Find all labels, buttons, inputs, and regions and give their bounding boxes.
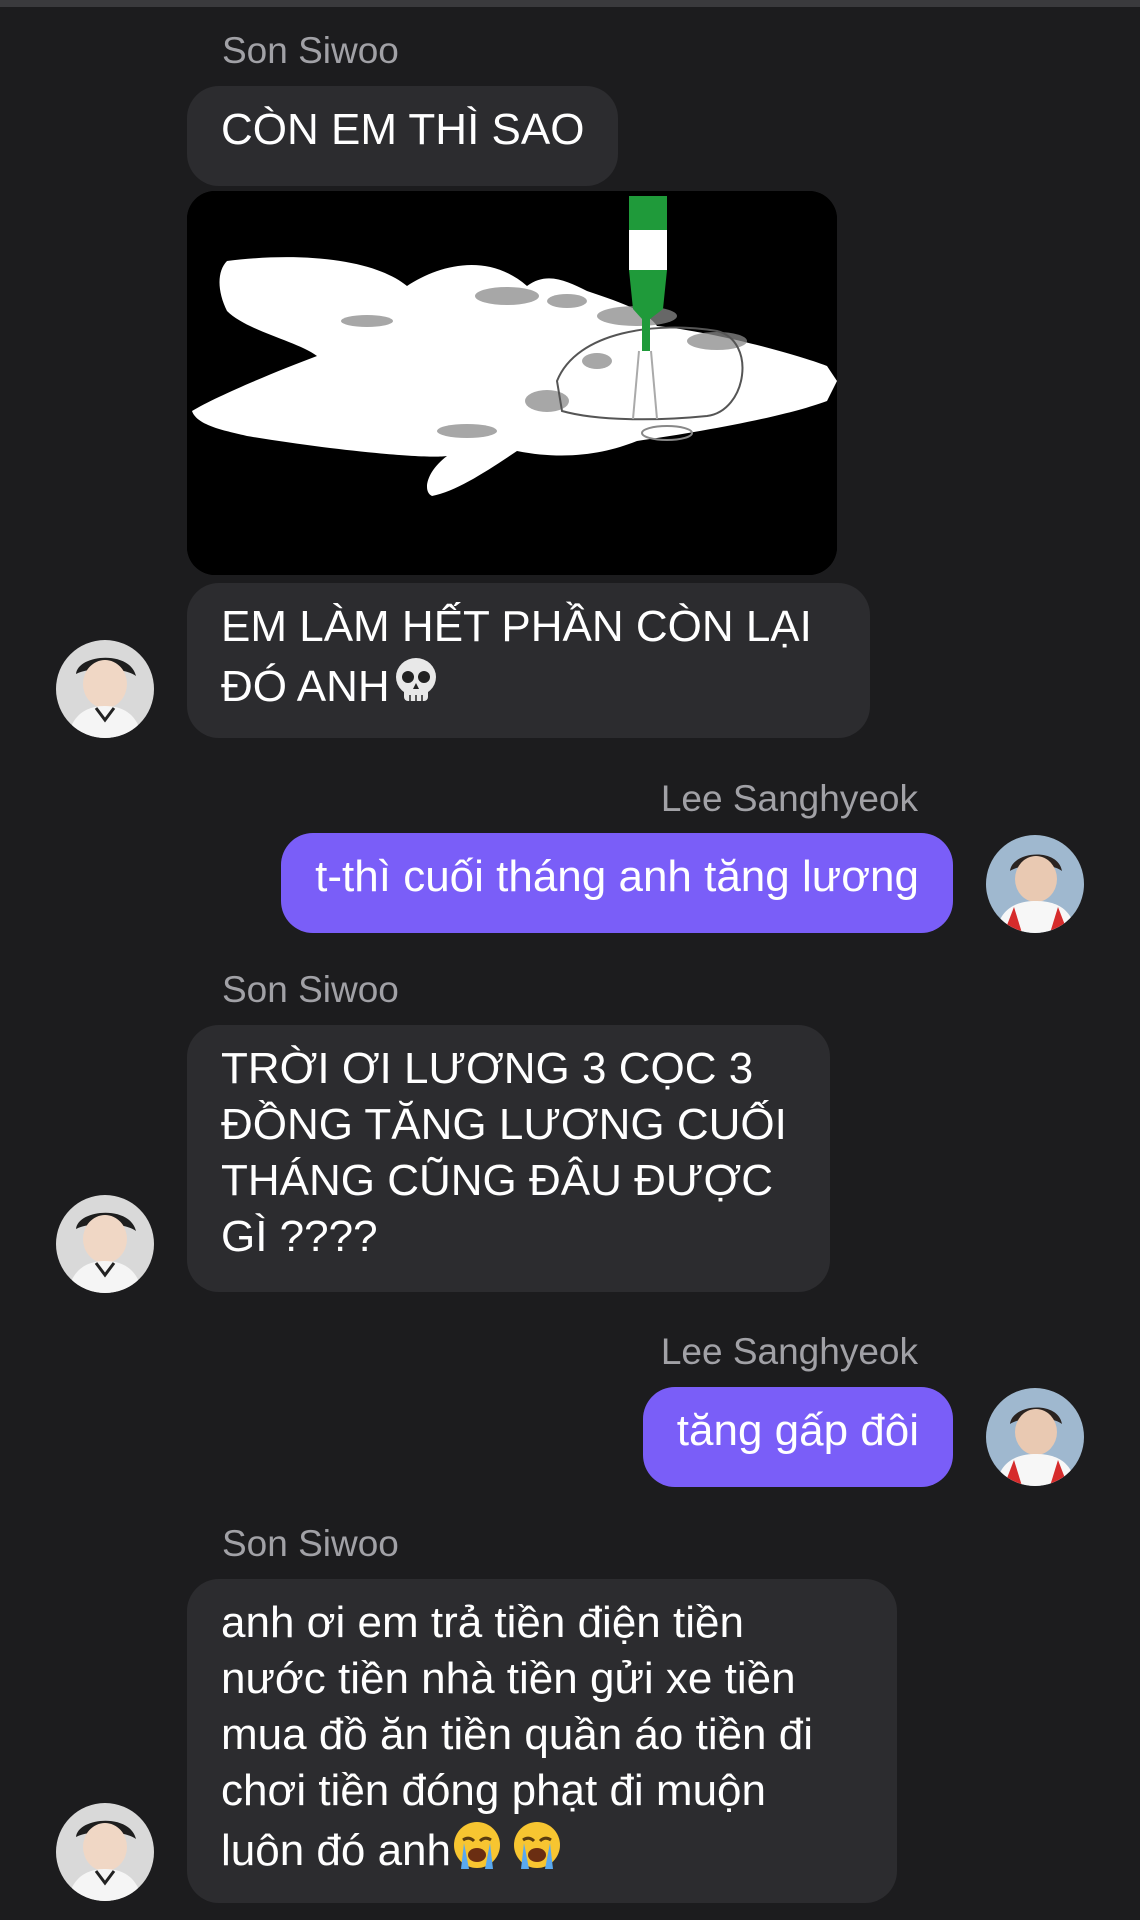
message-bubble[interactable]: t-thì cuối tháng anh tăng lương bbox=[281, 833, 953, 933]
image-message[interactable] bbox=[187, 191, 837, 575]
message-bubble[interactable]: EM LÀM HẾT PHẦN CÒN LẠI ĐÓ ANH bbox=[187, 583, 870, 738]
avatar-icon bbox=[56, 640, 154, 738]
avatar-icon bbox=[56, 1803, 154, 1901]
message-bubble[interactable]: TRỜI ƠI LƯƠNG 3 CỌC 3 ĐỒNG TĂNG LƯƠNG CU… bbox=[187, 1025, 830, 1292]
avatar-son-siwoo[interactable] bbox=[56, 1803, 154, 1901]
top-divider bbox=[0, 0, 1140, 7]
sender-name: Son Siwoo bbox=[222, 969, 399, 1010]
message-bubble[interactable]: tăng gấp đôi bbox=[642, 1387, 953, 1487]
avatar-icon bbox=[56, 1195, 154, 1293]
loudly-crying-emoji-icon bbox=[451, 1819, 503, 1871]
message-bubble[interactable]: CÒN EM THÌ SAO bbox=[187, 86, 619, 186]
message-text: EM LÀM HẾT PHẦN CÒN LẠI ĐÓ ANH bbox=[221, 602, 812, 711]
sender-name: Lee Sanghyeok bbox=[660, 1331, 918, 1372]
sender-name: Son Siwoo bbox=[222, 1523, 399, 1564]
avatar-lee-sanghyeok[interactable] bbox=[986, 1388, 1084, 1486]
avatar-son-siwoo[interactable] bbox=[56, 640, 154, 738]
avatar-son-siwoo[interactable] bbox=[56, 1195, 154, 1293]
avatar-icon bbox=[986, 1388, 1084, 1486]
message-bubble[interactable]: anh ơi em trả tiền điện tiền nước tiền n… bbox=[187, 1579, 897, 1903]
avatar-lee-sanghyeok[interactable] bbox=[986, 835, 1084, 933]
loudly-crying-emoji-icon bbox=[511, 1819, 563, 1871]
sender-name: Son Siwoo bbox=[222, 30, 399, 71]
skull-emoji-icon bbox=[390, 655, 442, 707]
drawing-image bbox=[187, 191, 837, 575]
avatar-icon bbox=[986, 835, 1084, 933]
sender-name: Lee Sanghyeok bbox=[660, 778, 918, 819]
